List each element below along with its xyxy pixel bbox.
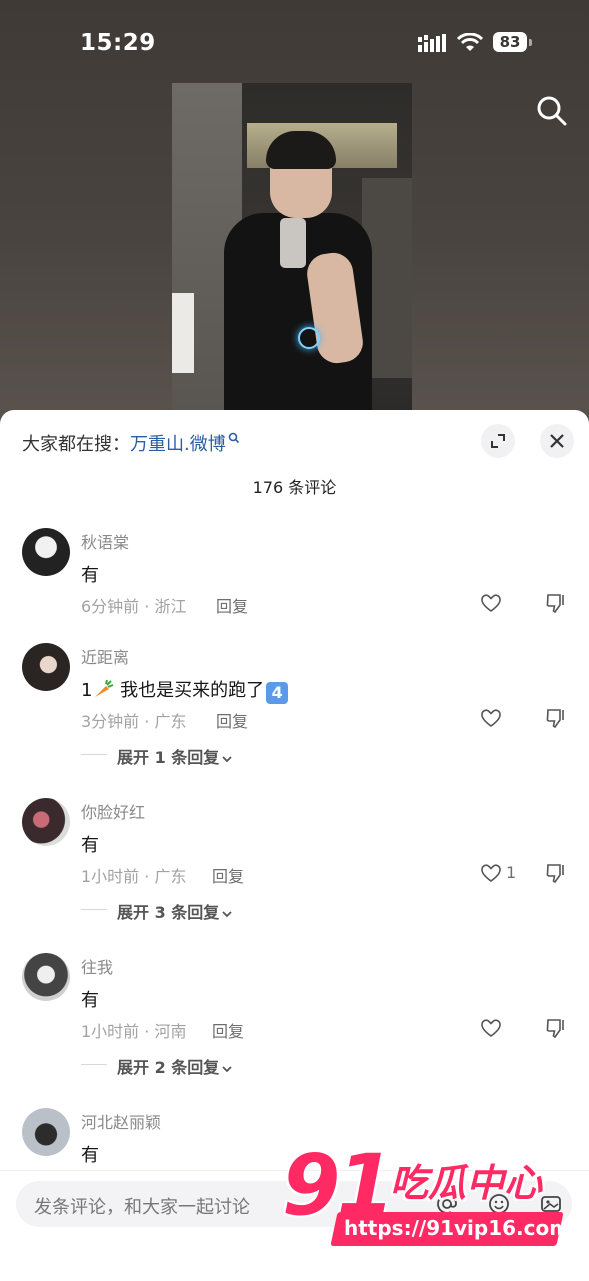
comment-meta: 1小时前 · 河南	[81, 1022, 187, 1041]
avatar[interactable]	[22, 643, 70, 691]
comment-username[interactable]: 近距离	[81, 644, 129, 668]
chevron-down-icon	[222, 1065, 232, 1072]
like-count: 1	[506, 863, 517, 882]
close-icon	[550, 434, 564, 448]
comment-count: 176 条评论	[252, 478, 337, 497]
avatar[interactable]	[22, 528, 70, 576]
like-button[interactable]	[480, 707, 502, 729]
comment-username[interactable]: 河北赵丽颖	[81, 1109, 161, 1133]
hot-search-term[interactable]: 万重山.微博	[130, 434, 226, 455]
avatar[interactable]	[22, 953, 70, 1001]
expand-replies-label: 展开 2 条回复	[117, 1058, 220, 1077]
dislike-icon[interactable]	[545, 707, 567, 729]
wifi-icon	[457, 33, 483, 51]
battery-icon: 83	[493, 32, 533, 54]
like-button[interactable]	[480, 592, 502, 614]
comment-text-prefix: 1	[81, 680, 93, 701]
reply-button[interactable]: 回复	[216, 708, 248, 732]
like-button[interactable]	[480, 1017, 502, 1039]
status-bar: 15:29 83	[0, 22, 589, 66]
like-button[interactable]: 1	[480, 862, 516, 884]
comment-meta: 1小时前 · 广东	[81, 867, 187, 886]
heart-icon	[481, 594, 501, 612]
watermark-url: https://91vip16.com	[344, 1216, 571, 1240]
expand-button[interactable]	[481, 424, 515, 458]
status-time: 15:29	[80, 30, 156, 56]
expand-replies-label: 展开 3 条回复	[117, 903, 220, 922]
reply-button[interactable]: 回复	[212, 863, 244, 887]
comment-text: 有	[81, 835, 99, 856]
expand-replies-label: 展开 1 条回复	[117, 748, 220, 767]
dislike-icon[interactable]	[545, 1017, 567, 1039]
video-thumbnail[interactable]	[172, 83, 412, 410]
avatar[interactable]	[22, 1108, 70, 1156]
number-badge: 4	[266, 682, 289, 704]
comment-text: 有	[81, 565, 99, 586]
small-search-icon	[228, 432, 239, 444]
chevron-down-icon	[222, 755, 232, 762]
comment-username[interactable]: 你脸好红	[81, 799, 145, 823]
dislike-icon[interactable]	[545, 592, 567, 614]
search-icon[interactable]	[534, 94, 568, 128]
reply-button[interactable]: 回复	[212, 1018, 244, 1042]
watermark: 91 吃瓜中心 https://91vip16.com	[282, 1140, 582, 1255]
heart-icon	[481, 1019, 501, 1037]
reply-button[interactable]: 回复	[216, 593, 248, 617]
comment-meta: 6分钟前 · 浙江	[81, 597, 187, 616]
comment-username[interactable]: 往我	[81, 954, 113, 978]
chevron-down-icon	[222, 910, 232, 917]
comment-meta: 3分钟前 · 广东	[81, 712, 187, 731]
avatar[interactable]	[22, 798, 70, 846]
heart-icon	[481, 864, 501, 882]
comment-username[interactable]: 秋语棠	[81, 529, 129, 553]
comment-text: 有	[81, 990, 99, 1011]
comment-text: 有	[81, 1145, 99, 1166]
carrot-icon	[95, 679, 114, 697]
comment-text: 1 我也是买来的跑了 4	[81, 676, 289, 704]
signal-icon	[418, 34, 446, 52]
battery-level: 83	[493, 32, 527, 52]
comment-input-placeholder: 发条评论，和大家一起讨论	[34, 1197, 250, 1218]
watermark-text: 吃瓜中心	[390, 1161, 543, 1205]
dislike-icon[interactable]	[545, 862, 567, 884]
expand-icon	[491, 434, 505, 448]
comment-text-main: 我也是买来的跑了	[114, 680, 265, 701]
heart-icon	[481, 709, 501, 727]
close-button[interactable]	[540, 424, 574, 458]
hot-search-prefix: 大家都在搜：	[22, 434, 130, 455]
hot-search[interactable]: 大家都在搜：万重山.微博	[22, 430, 241, 456]
